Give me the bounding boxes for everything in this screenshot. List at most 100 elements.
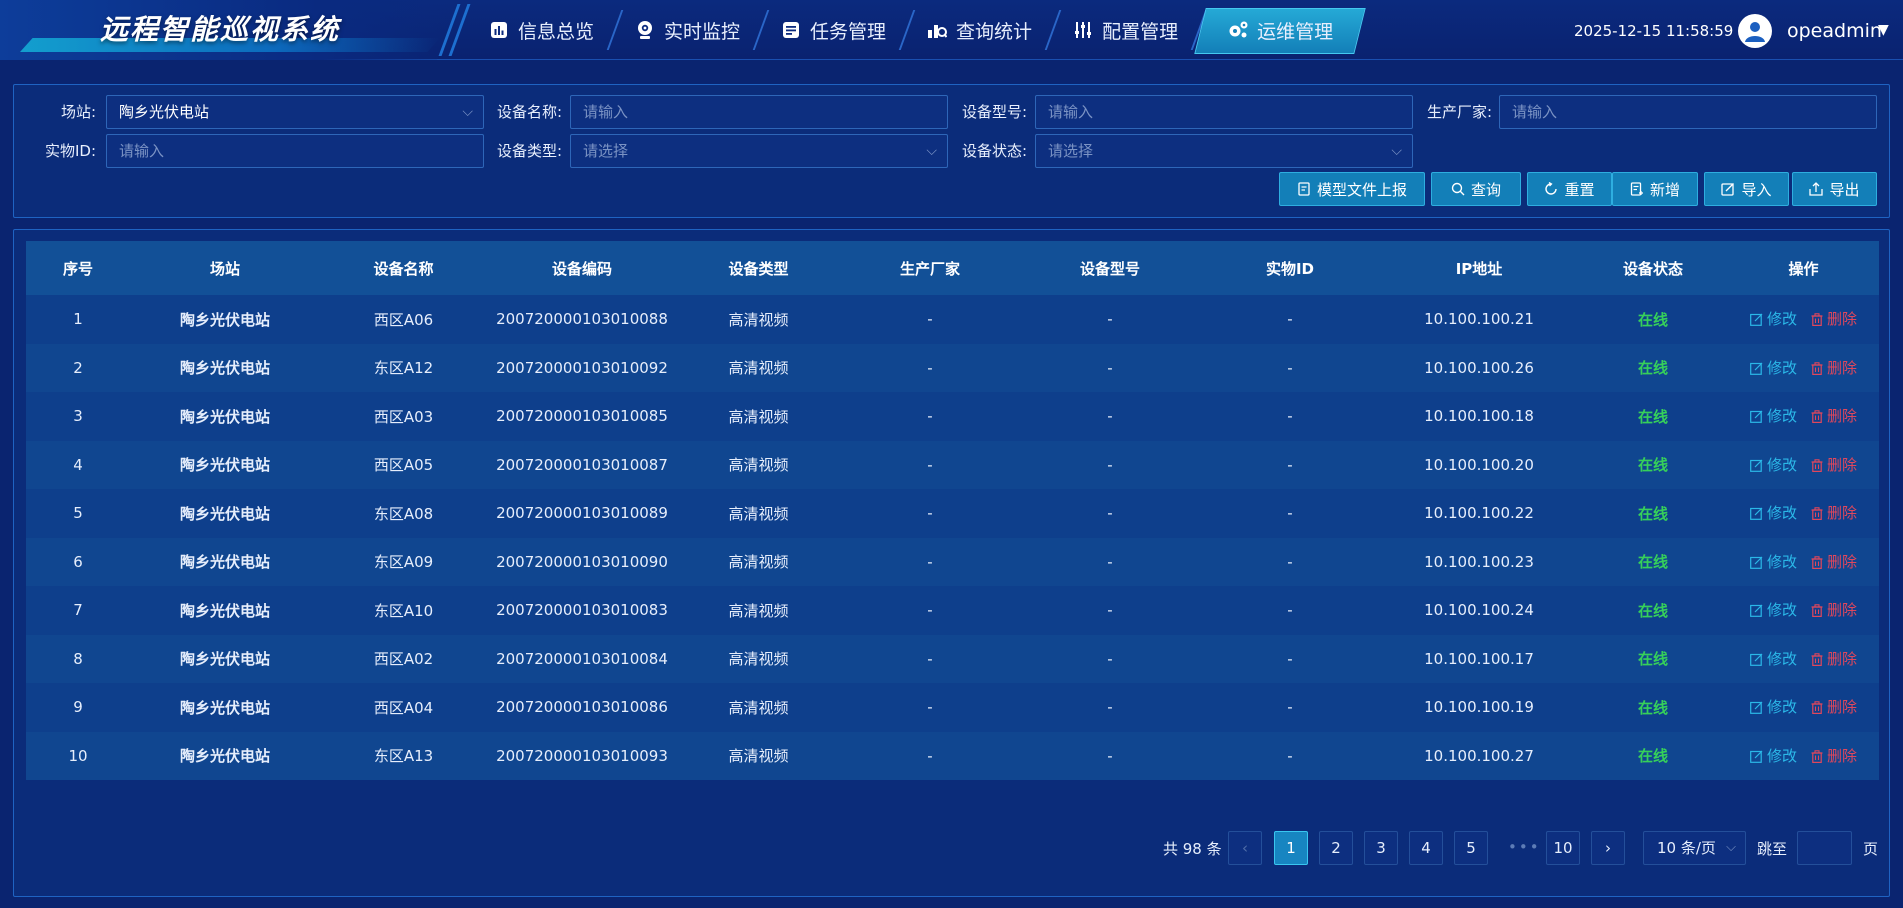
import-button[interactable]: 导入	[1704, 172, 1789, 206]
nav-item-query-stats[interactable]: 查询统计	[908, 0, 1062, 60]
delete-label: 删除	[1827, 455, 1858, 474]
chevron-down-icon: ⌵	[462, 104, 473, 120]
jump-page-input[interactable]	[1797, 831, 1852, 865]
jump-label: 跳至	[1757, 840, 1788, 858]
site-select[interactable]: 陶乡光伏电站 ⌵	[106, 95, 484, 129]
manufacturer-input[interactable]: 请输入	[1499, 95, 1877, 129]
chevron-down-icon: ⌵	[1391, 143, 1402, 159]
delete-button[interactable]: 删除	[1811, 310, 1857, 328]
device-code-cell: 200720000103010085	[496, 407, 668, 426]
delete-button[interactable]: 删除	[1811, 504, 1857, 522]
physical-id-input[interactable]: 请输入	[106, 134, 484, 168]
edit-button[interactable]: 修改	[1750, 553, 1797, 571]
device-name-input[interactable]: 请输入	[570, 95, 948, 129]
jump-unit: 页	[1863, 840, 1879, 858]
page-3-button[interactable]: 3	[1364, 831, 1398, 865]
edit-button[interactable]: 修改	[1750, 747, 1797, 765]
device-status-cell: 在线	[1637, 456, 1668, 475]
edit-button[interactable]: 修改	[1750, 650, 1797, 668]
table-header-row: 序号 场站 设备名称 设备编码 设备类型 生产厂家 设备型号 实物ID IP地址…	[26, 241, 1879, 295]
model-file-upload-label: 模型文件上报	[1316, 180, 1407, 199]
nav-label: 任务管理	[810, 20, 887, 43]
avatar[interactable]	[1738, 14, 1772, 48]
physical-id-cell: -	[1287, 649, 1293, 668]
edit-icon	[1750, 312, 1763, 330]
actions-cell: 修改 删除	[1728, 683, 1879, 732]
delete-label: 删除	[1827, 407, 1858, 426]
edit-button[interactable]: 修改	[1750, 310, 1797, 328]
edit-label: 修改	[1766, 407, 1797, 426]
device-type-select[interactable]: 请选择 ⌵	[570, 134, 948, 168]
device-name-cell: 西区A03	[373, 407, 434, 426]
nav-item-task-management[interactable]: 任务管理	[762, 0, 916, 60]
export-button[interactable]: 导出	[1792, 172, 1877, 206]
edit-button[interactable]: 修改	[1750, 456, 1797, 474]
device-model-input[interactable]: 请输入	[1035, 95, 1413, 129]
device-status-cell: 在线	[1637, 553, 1668, 572]
site-cell: 陶乡光伏电站	[179, 359, 270, 378]
next-page-button[interactable]: ›	[1591, 831, 1625, 865]
manufacturer-cell: -	[927, 455, 933, 474]
delete-button[interactable]: 删除	[1811, 553, 1857, 571]
chart-icon	[488, 19, 510, 41]
prev-page-button[interactable]: ‹	[1228, 831, 1262, 865]
delete-button[interactable]: 删除	[1811, 601, 1857, 619]
physical-id-cell: -	[1287, 746, 1293, 765]
edit-label: 修改	[1766, 649, 1797, 668]
column-header: 生产厂家	[899, 259, 960, 278]
more-pages-ellipsis[interactable]: •••	[1508, 838, 1541, 856]
physical-id-cell: -	[1287, 698, 1293, 717]
device-name-placeholder: 请输入	[583, 103, 629, 121]
delete-label: 删除	[1827, 746, 1858, 765]
device-status-label: 设备状态:	[961, 142, 1027, 160]
delete-button[interactable]: 删除	[1811, 650, 1857, 668]
caret-down-icon[interactable]: ▼	[1878, 22, 1889, 38]
page-1-button[interactable]: 1	[1274, 831, 1308, 865]
nav-item-ops-management[interactable]: 运维管理	[1194, 0, 1366, 60]
nav-item-realtime-monitor[interactable]: 实时监控	[616, 0, 770, 60]
site-label: 场站:	[60, 103, 96, 121]
device-type-cell: 高清视频	[728, 310, 789, 329]
device-type-cell: 高清视频	[728, 504, 789, 523]
delete-button[interactable]: 删除	[1811, 407, 1857, 425]
device-model-cell: -	[1107, 455, 1113, 474]
delete-button[interactable]: 删除	[1811, 456, 1857, 474]
ip-address-cell: 10.100.100.19	[1424, 698, 1534, 717]
page-2-button[interactable]: 2	[1319, 831, 1353, 865]
device-name-cell: 东区A10	[373, 601, 434, 620]
import-label: 导入	[1741, 180, 1772, 199]
edit-button[interactable]: 修改	[1750, 407, 1797, 425]
page-10-button[interactable]: 10	[1546, 831, 1580, 865]
edit-button[interactable]: 修改	[1750, 504, 1797, 522]
column-header: 操作	[1788, 259, 1819, 278]
delete-button[interactable]: 删除	[1811, 359, 1857, 377]
device-status-select[interactable]: 请选择 ⌵	[1035, 134, 1413, 168]
edit-button[interactable]: 修改	[1750, 601, 1797, 619]
edit-label: 修改	[1766, 455, 1797, 474]
username[interactable]: opeadmin	[1787, 20, 1882, 42]
edit-button[interactable]: 修改	[1750, 359, 1797, 377]
device-model-cell: -	[1107, 504, 1113, 523]
chevron-down-icon: ⌵	[1726, 840, 1736, 855]
delete-button[interactable]: 删除	[1811, 698, 1857, 716]
model-file-upload-button[interactable]: 模型文件上报	[1279, 172, 1425, 206]
delete-label: 删除	[1827, 504, 1858, 523]
edit-button[interactable]: 修改	[1750, 698, 1797, 716]
add-button[interactable]: 新增	[1612, 172, 1698, 206]
row-number: 8	[73, 649, 83, 668]
reset-button[interactable]: 重置	[1527, 172, 1612, 206]
nav-item-overview[interactable]: 信息总览	[470, 0, 624, 60]
query-button[interactable]: 查询	[1431, 172, 1521, 206]
page-size-select[interactable]: 10 条/页 ⌵	[1643, 831, 1746, 865]
app-title: 远程智能巡视系统	[100, 13, 341, 46]
top-header: 远程智能巡视系统 信息总览 实时监控 任务管理 查询统计 配置管理 运维管理 2…	[0, 0, 1903, 60]
delete-button[interactable]: 删除	[1811, 747, 1857, 765]
page-5-button[interactable]: 5	[1454, 831, 1488, 865]
nav-item-config-management[interactable]: 配置管理	[1054, 0, 1208, 60]
delete-label: 删除	[1827, 601, 1858, 620]
page-4-button[interactable]: 4	[1409, 831, 1443, 865]
actions-cell: 修改 删除	[1728, 392, 1879, 441]
ip-address-cell: 10.100.100.21	[1424, 310, 1534, 329]
trash-icon	[1811, 361, 1823, 379]
edit-icon	[1750, 652, 1763, 670]
